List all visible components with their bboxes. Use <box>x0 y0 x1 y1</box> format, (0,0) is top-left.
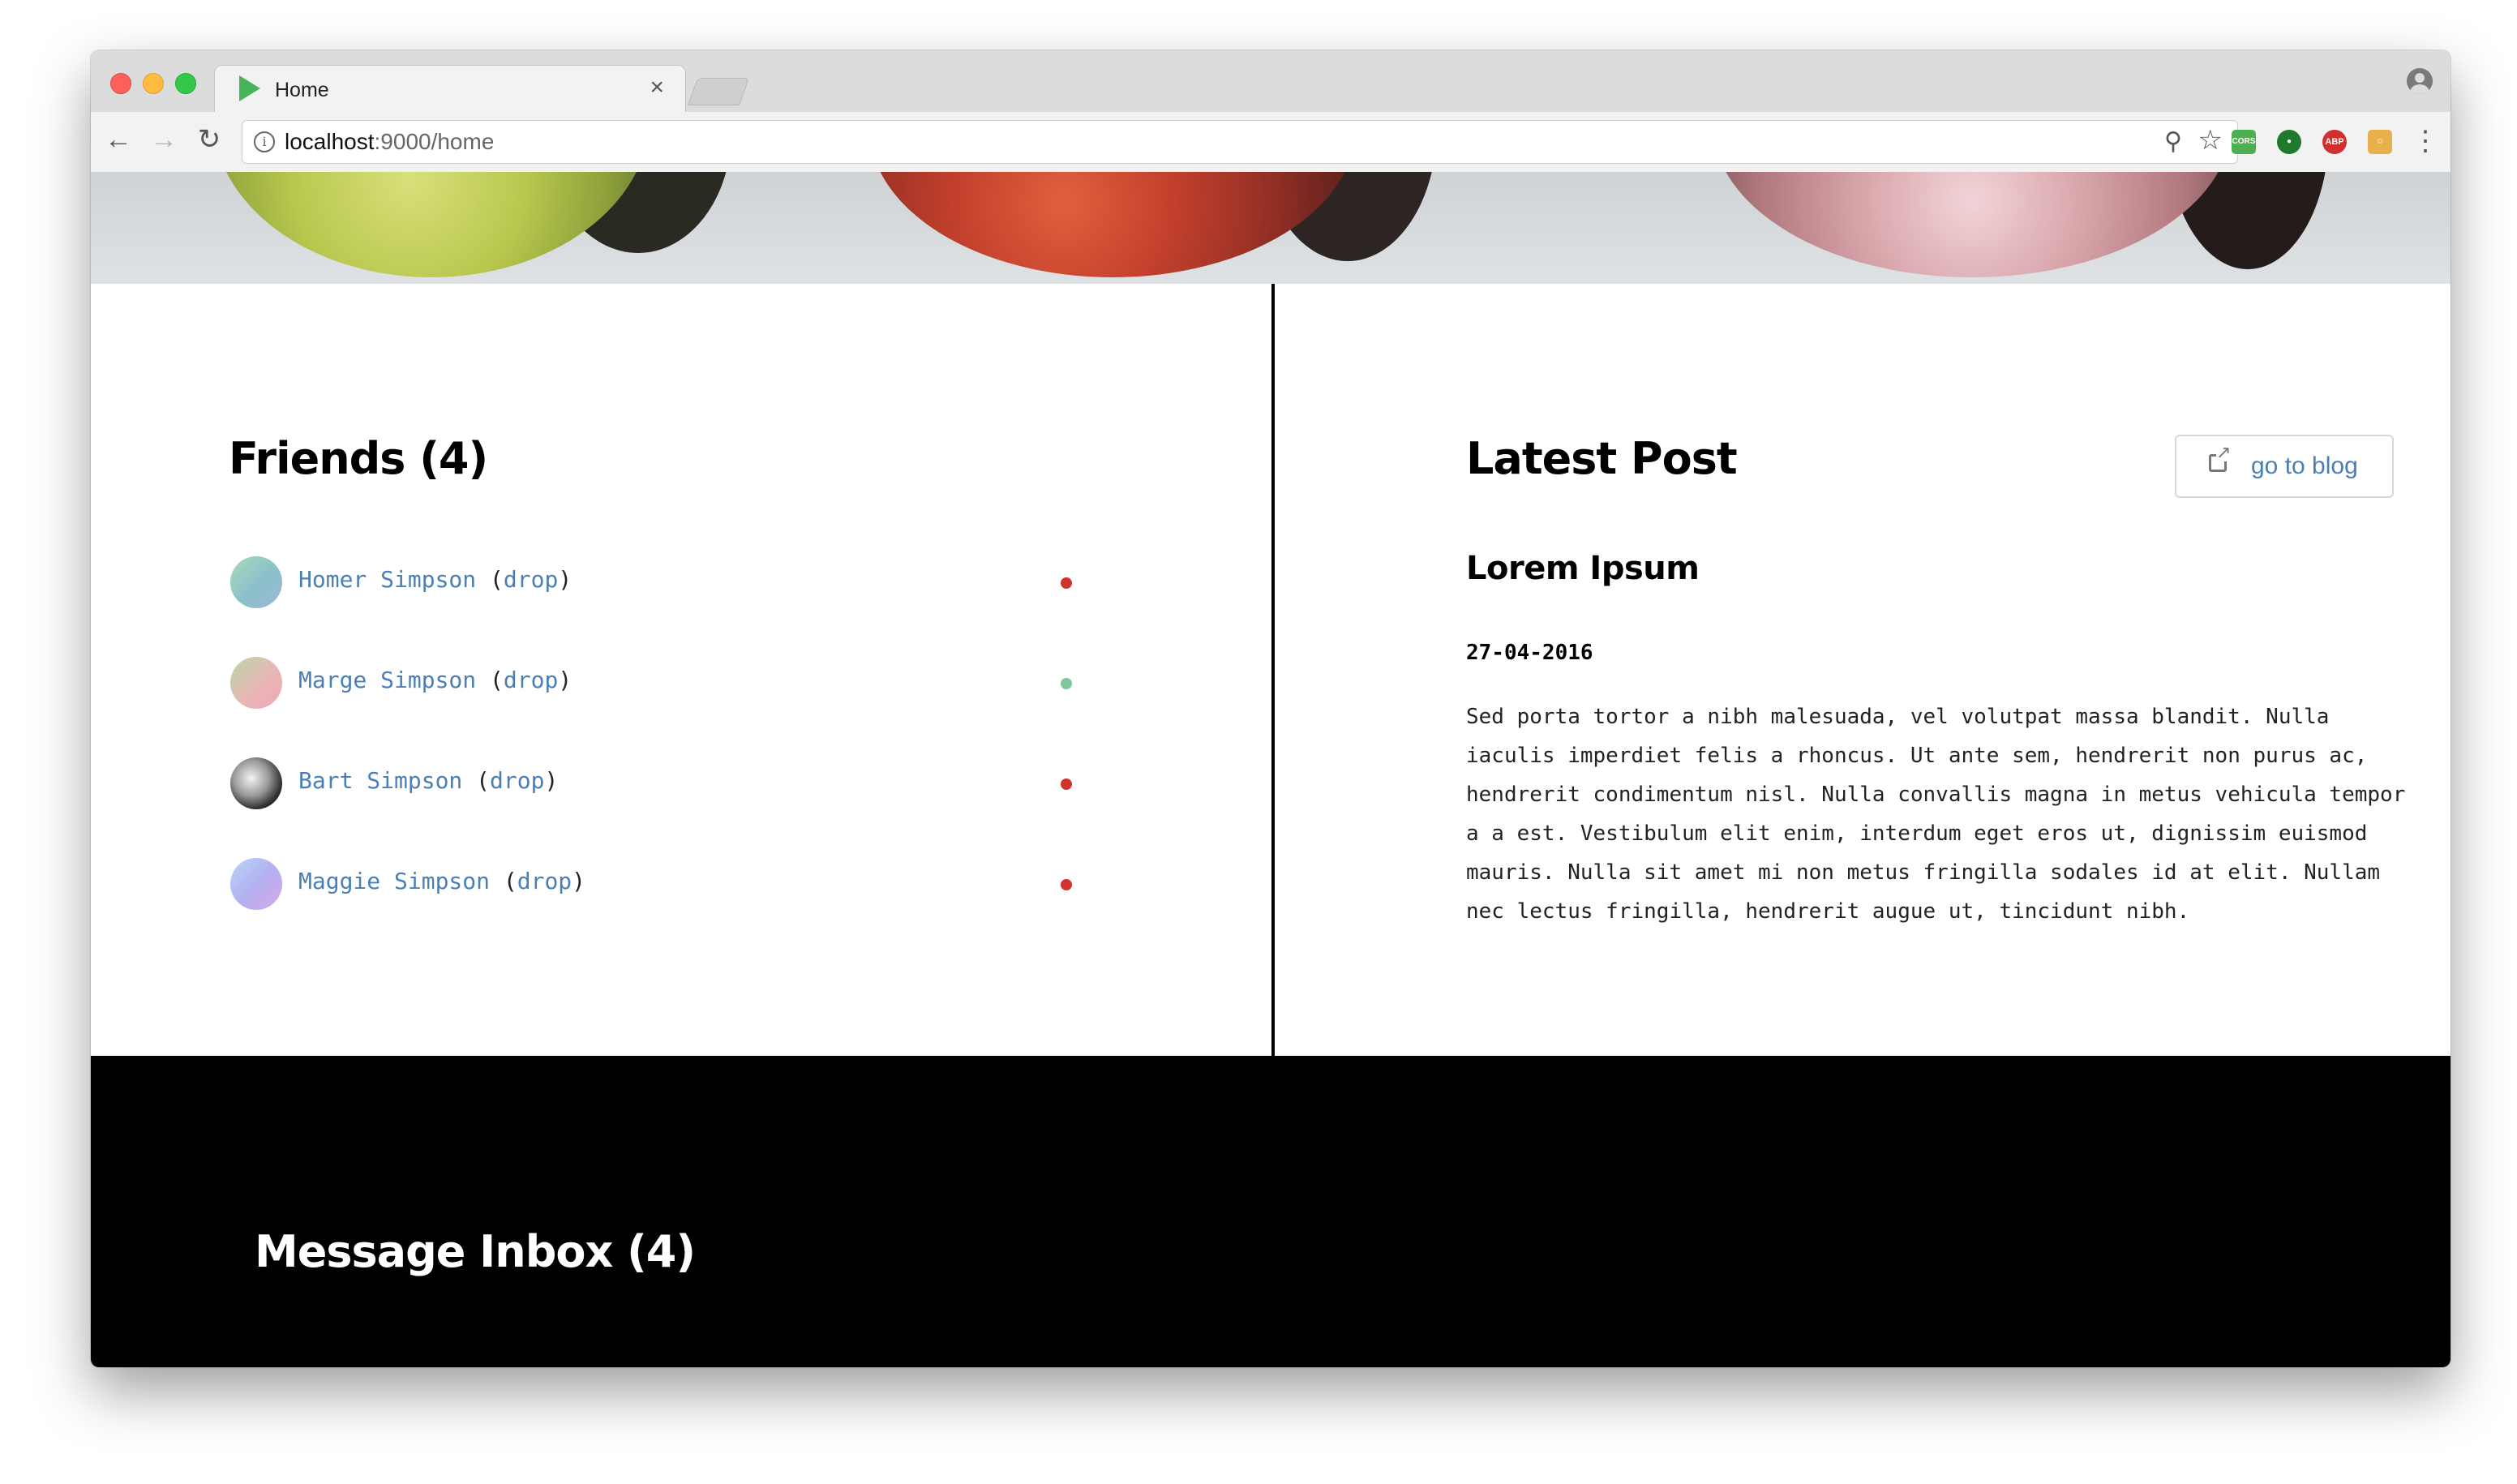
go-to-blog-button[interactable]: go to blog <box>2175 435 2394 498</box>
friends-title: Friends (4) <box>229 433 488 484</box>
friend-text: Homer Simpson (drop) <box>298 566 572 593</box>
drop-link[interactable]: drop <box>504 667 558 693</box>
friend-row: Maggie Simpson (drop) <box>230 858 1072 910</box>
red-fruit <box>869 172 1356 277</box>
friend-row: Homer Simpson (drop) <box>230 556 1072 608</box>
latest-post-title: Latest Post <box>1466 433 1738 484</box>
green-extension-icon[interactable]: ● <box>2277 130 2301 154</box>
tab-title: Home <box>275 79 329 101</box>
avatar <box>230 657 282 709</box>
adblock-extension-icon[interactable]: ABP <box>2322 130 2347 154</box>
friend-name-link[interactable]: Marge Simpson <box>298 667 476 693</box>
tab-strip: Home × <box>91 50 2451 113</box>
new-tab-button[interactable] <box>687 78 750 105</box>
status-dot <box>1061 577 1072 589</box>
back-arrow-icon[interactable]: ← <box>102 123 135 156</box>
friends-section: Friends (4) Homer Simpson (drop) Marge S… <box>91 284 1271 1056</box>
post-title: Lorem Ipsum <box>1466 550 1700 587</box>
avatar <box>230 556 282 608</box>
forward-arrow-icon[interactable]: → <box>148 123 180 156</box>
maximize-window-button[interactable] <box>175 73 196 94</box>
zoom-icon[interactable]: ⚲ <box>2164 127 2182 156</box>
address-bar[interactable]: i localhost:9000/home ⚲ ☆ <box>242 120 2238 164</box>
message-inbox-section: Message Inbox (4) <box>91 1056 2451 1367</box>
tab-home[interactable]: Home × <box>214 65 686 113</box>
browser-window: Home × ← → ↻ i localhost:9000/home ⚲ ☆ C… <box>91 50 2451 1367</box>
play-favicon-icon <box>239 75 260 101</box>
latest-post-section: Latest Post go to blog Lorem Ipsum 27-04… <box>1275 284 2451 1056</box>
post-date: 27-04-2016 <box>1466 641 1593 665</box>
profile-icon[interactable] <box>2407 68 2433 94</box>
bookmark-star-icon[interactable]: ☆ <box>2198 124 2223 157</box>
avatar <box>230 757 282 809</box>
friend-row: Marge Simpson (drop) <box>230 657 1072 709</box>
external-link-icon <box>2209 444 2232 472</box>
url-path: :9000/home <box>374 129 495 154</box>
tab-close-icon[interactable]: × <box>650 75 664 100</box>
reload-icon[interactable]: ↻ <box>193 123 225 156</box>
drop-link[interactable]: drop <box>490 767 544 794</box>
hero-banner-image <box>91 172 2451 284</box>
browser-toolbar: ← → ↻ i localhost:9000/home ⚲ ☆ CORS ● A… <box>91 112 2451 173</box>
url-text[interactable]: localhost:9000/home <box>285 129 494 155</box>
drop-link[interactable]: drop <box>504 566 558 593</box>
minimize-window-button[interactable] <box>143 73 164 94</box>
post-body: Sed porta tortor a nibh malesuada, vel v… <box>1466 705 2406 924</box>
friend-name-link[interactable]: Maggie Simpson <box>298 868 490 894</box>
close-window-button[interactable] <box>110 73 131 94</box>
friend-row: Bart Simpson (drop) <box>230 757 1072 809</box>
status-dot <box>1061 678 1072 689</box>
friend-name-link[interactable]: Homer Simpson <box>298 566 476 593</box>
go-to-blog-label: go to blog <box>2251 452 2358 479</box>
friend-text: Bart Simpson (drop) <box>298 767 559 794</box>
page-content: Friends (4) Homer Simpson (drop) Marge S… <box>91 172 2451 1367</box>
avatar <box>230 858 282 910</box>
friend-text: Maggie Simpson (drop) <box>298 868 586 894</box>
friend-text: Marge Simpson (drop) <box>298 667 572 693</box>
main-content: Friends (4) Homer Simpson (drop) Marge S… <box>91 284 2451 1056</box>
browser-menu-icon[interactable]: ⋮ <box>2412 125 2439 157</box>
cors-extension-icon[interactable]: CORS <box>2232 130 2256 154</box>
status-dot <box>1061 778 1072 790</box>
drop-link[interactable]: drop <box>517 868 572 894</box>
site-info-icon[interactable]: i <box>254 131 275 152</box>
green-fruit <box>212 172 650 277</box>
friend-name-link[interactable]: Bart Simpson <box>298 767 462 794</box>
pink-fruit <box>1713 172 2232 277</box>
status-dot <box>1061 879 1072 890</box>
url-host: localhost <box>285 129 375 154</box>
face-extension-icon[interactable]: ☺ <box>2368 130 2392 154</box>
inbox-title: Message Inbox (4) <box>255 1226 696 1277</box>
